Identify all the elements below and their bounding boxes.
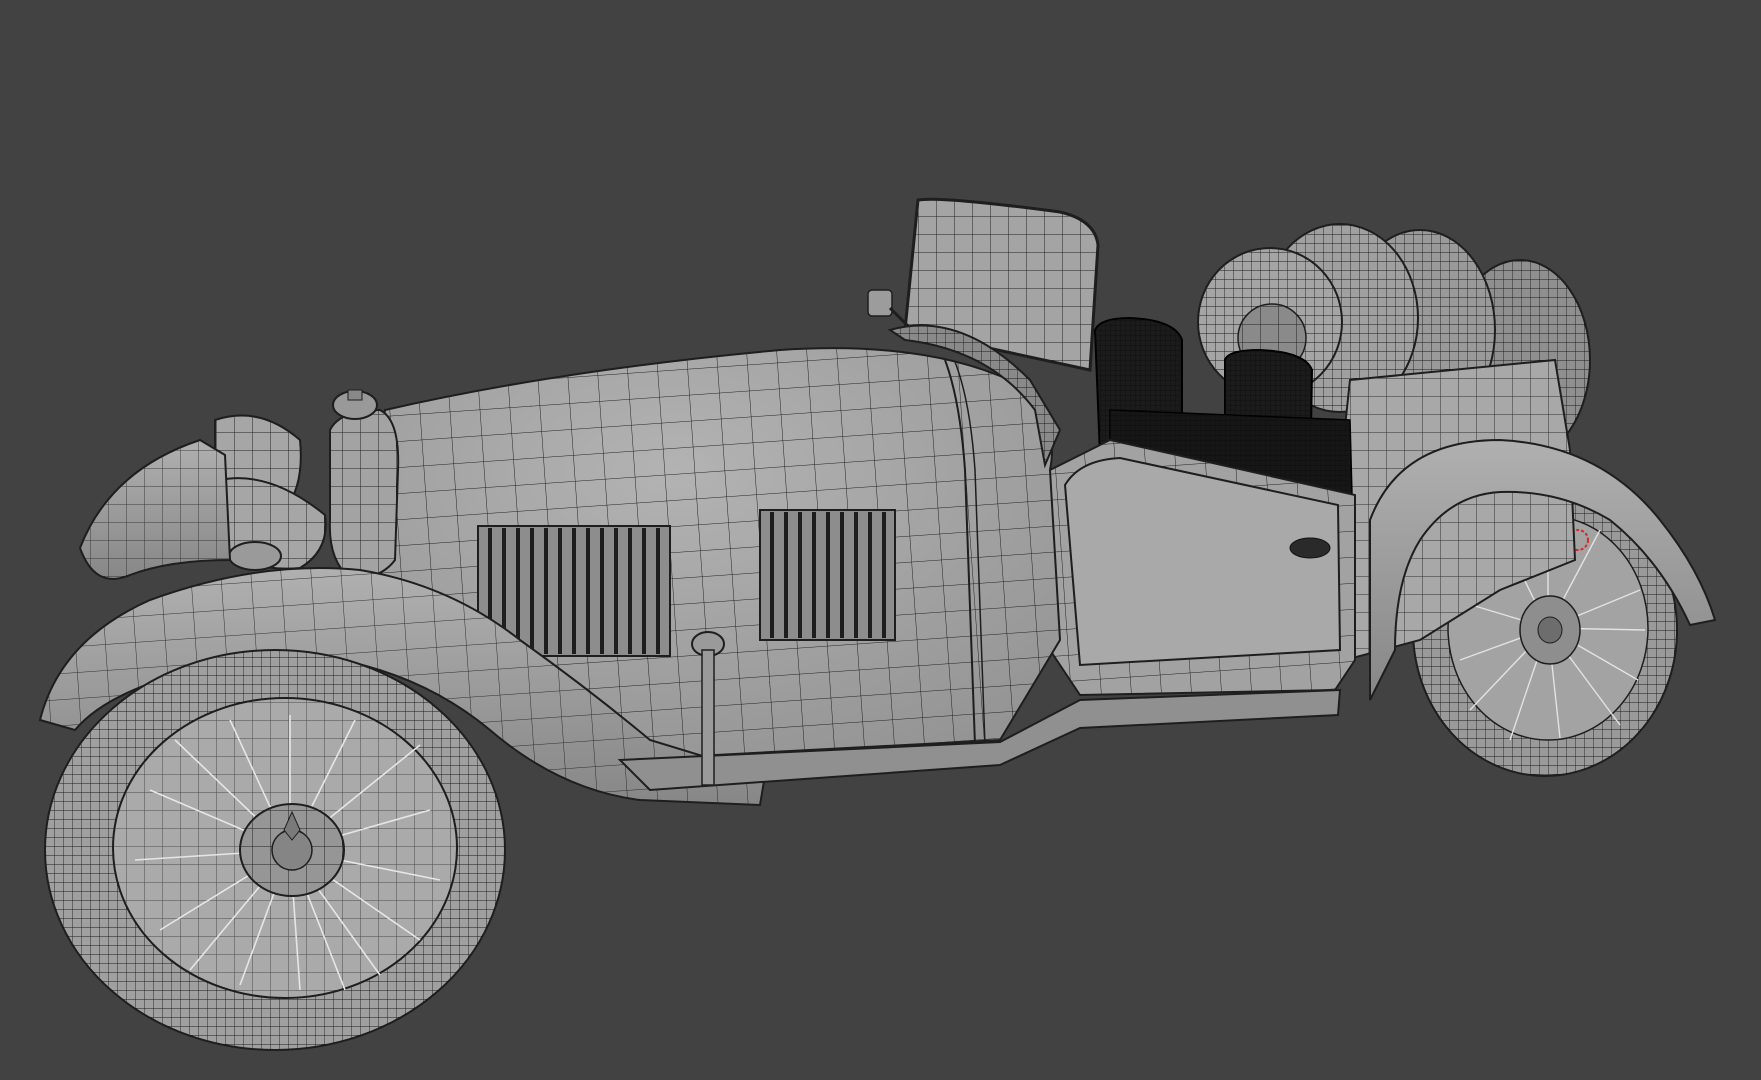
radiator-shell[interactable] <box>328 389 400 580</box>
door-handle[interactable] <box>1289 537 1331 559</box>
side-mirror[interactable] <box>867 289 914 332</box>
front-fender-upper[interactable] <box>78 438 232 580</box>
front-wheel[interactable] <box>44 649 506 1051</box>
headlights[interactable] <box>214 414 327 571</box>
viewport-canvas[interactable] <box>0 0 1761 1080</box>
hood-vent-rear <box>759 509 896 641</box>
3d-viewport[interactable] <box>0 0 1761 1080</box>
